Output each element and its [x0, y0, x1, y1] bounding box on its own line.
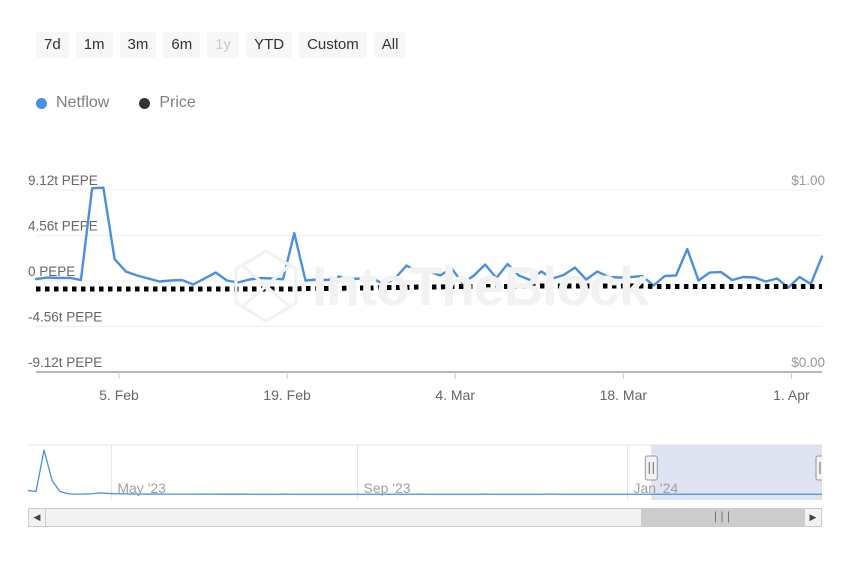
navigator-label: Sep '23	[364, 480, 411, 496]
legend-label: Netflow	[56, 95, 109, 111]
netflow-price-chart[interactable]: 9.12t PEPE4.56t PEPE0 PEPE-4.56t PEPE-9.…	[0, 160, 850, 405]
drag-handle-icon[interactable]	[816, 456, 822, 480]
drag-handle-icon[interactable]	[645, 456, 657, 480]
scrollbar-right-button[interactable]: ▶	[804, 508, 822, 527]
x-axis-labels: 5. Feb 19. Feb 4. Mar 18. Mar 1. Apr	[99, 387, 810, 403]
x-axis-label: 19. Feb	[263, 387, 311, 403]
netflow-series-line	[36, 188, 822, 288]
range-button-3m[interactable]: 3m	[120, 32, 157, 58]
range-button-1y: 1y	[207, 32, 239, 58]
secondary-y-axis-label: $1.00	[791, 173, 825, 188]
navigator-svg[interactable]: May '23 Sep '23 Jan '24	[28, 437, 822, 505]
x-axis-ticks	[119, 372, 791, 379]
x-axis-label: 4. Mar	[435, 387, 475, 403]
chart-svg: 9.12t PEPE4.56t PEPE0 PEPE-4.56t PEPE-9.…	[0, 160, 850, 405]
x-axis-label: 1. Apr	[773, 387, 810, 403]
scrollbar-thumb[interactable]: ∣∣∣	[641, 509, 804, 526]
legend-marker-icon	[36, 98, 47, 109]
range-button-custom[interactable]: Custom	[299, 32, 367, 58]
legend-item-price[interactable]: Price	[139, 95, 195, 111]
y-axis-label: -9.12t PEPE	[28, 355, 102, 370]
y-axis-label: 9.12t PEPE	[28, 173, 98, 188]
x-axis-label: 5. Feb	[99, 387, 139, 403]
secondary-y-axis-labels: $1.00 $0.00	[791, 173, 825, 370]
range-button-all[interactable]: All	[374, 32, 407, 58]
price-series-line	[36, 286, 822, 289]
chevron-right-icon: ▶	[810, 513, 817, 522]
chart-navigator[interactable]: May '23 Sep '23 Jan '24	[28, 437, 822, 505]
navigator-label: Jan '24	[633, 480, 678, 496]
grip-lines-icon: ∣∣∣	[713, 512, 733, 523]
navigator-handle-right[interactable]	[816, 456, 822, 480]
chevron-left-icon: ◀	[34, 513, 41, 522]
scrollbar-track[interactable]: ∣∣∣	[46, 508, 804, 527]
navigator-handle-left[interactable]	[645, 456, 657, 480]
legend-label: Price	[159, 95, 195, 111]
range-selector[interactable]: 7d 1m 3m6m 1y YTD Custom All	[36, 32, 406, 58]
legend-item-netflow[interactable]: Netflow	[36, 95, 109, 111]
range-button-7d[interactable]: 7d	[36, 32, 69, 58]
range-button-ytd[interactable]: YTD	[246, 32, 292, 58]
chart-legend: Netflow Price	[36, 95, 196, 111]
chart-scrollbar[interactable]: ◀ ∣∣∣ ▶	[28, 508, 822, 527]
scrollbar-left-button[interactable]: ◀	[28, 508, 46, 527]
secondary-y-axis-label: $0.00	[791, 355, 825, 370]
navigator-label: May '23	[117, 480, 166, 496]
y-axis-label: -4.56t PEPE	[28, 310, 102, 325]
x-axis-label: 18. Mar	[600, 387, 648, 403]
legend-marker-icon	[139, 98, 150, 109]
range-button-6m[interactable]: 6m	[163, 32, 200, 58]
range-button-1m[interactable]: 1m	[76, 32, 113, 58]
